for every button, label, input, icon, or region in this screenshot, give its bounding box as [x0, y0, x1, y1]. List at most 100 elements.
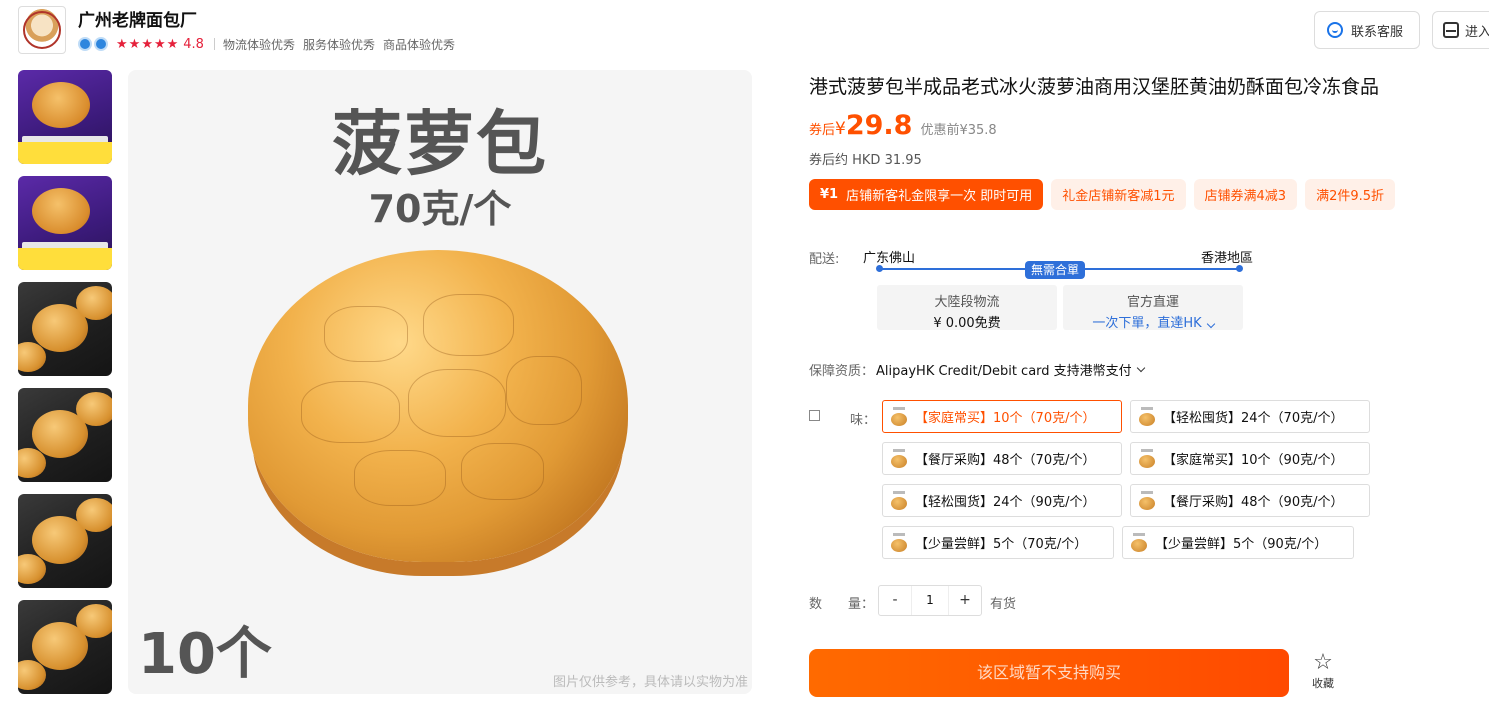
bun-image [76, 286, 112, 320]
bun-texture [301, 381, 400, 444]
thumbnail-list [18, 70, 112, 706]
bun-texture [407, 368, 507, 438]
mainland-logistics-box: 大陸段物流 ¥ 0.00免费 [877, 285, 1057, 331]
shop-badge-icon [78, 37, 92, 51]
image-subtitle: 70克/个 [368, 187, 512, 231]
thumb-banner [18, 248, 112, 270]
bun-thumb-icon [889, 531, 909, 555]
product-title: 港式菠萝包半成品老式冰火菠萝油商用汉堡胚黄油奶酥面包冷冻食品 [809, 76, 1380, 98]
chevron-down-icon [1206, 319, 1215, 329]
flavor-option[interactable]: 【少量尝鲜】5个（70克/个） [882, 526, 1114, 559]
flavor-option[interactable]: 【轻松囤货】24个（70克/个） [1130, 400, 1370, 433]
direct-shipping-box[interactable]: 官方直運 一次下單，直達HK [1063, 285, 1243, 331]
guarantee-label: 保障资质： [809, 364, 875, 379]
quantity-stepper: - 1 + [878, 585, 982, 616]
guarantee-row[interactable]: 保障资质： AlipayHK Credit/Debit card 支持港幣支付 [809, 360, 1145, 379]
bun-image [18, 660, 46, 690]
flavor-option-label: 【餐厅采购】48个（70克/个） [915, 453, 1096, 468]
flavor-option[interactable]: 【家庭常买】10个（70克/个） [882, 400, 1122, 433]
shop-icon [1443, 22, 1459, 38]
flavor-option[interactable]: 【餐厅采购】48个（70克/个） [882, 442, 1122, 475]
shipping-label: 配送: [809, 252, 840, 267]
flavor-option[interactable]: 【家庭常买】10个（90克/个） [1130, 442, 1370, 475]
favorite-button[interactable]: ☆ 收藏 [1306, 651, 1340, 691]
divider [213, 38, 215, 50]
image-note: 图片仅供参考，具体请以实物为准 [552, 675, 748, 690]
shipping-to: 香港地區 [1201, 251, 1254, 266]
route-start-dot [876, 265, 883, 272]
coupon-item[interactable]: 礼金店铺新客减1元 [1051, 179, 1186, 210]
direct-shipping-link[interactable]: 一次下單，直達HK [1063, 312, 1243, 331]
coupon-new-customer[interactable]: ¥1 店铺新客礼金限享一次 即时可用 [809, 179, 1044, 210]
thumbnail-1[interactable] [18, 70, 112, 164]
bun-texture [324, 306, 408, 363]
coupon-amount: ¥1 [820, 187, 839, 202]
image-title: 菠萝包 [332, 103, 548, 185]
star-icon: ★ [128, 36, 141, 52]
shop-meta: ★ ★ ★ ★ ★ 4.8 物流体验优秀 服务体验优秀 商品体验优秀 [78, 35, 463, 53]
coupon-text: 店铺新客礼金限享一次 即时可用 [846, 189, 1033, 204]
thumbnail-2[interactable] [18, 176, 112, 270]
flavor-checkbox[interactable] [809, 410, 820, 421]
bun-image [76, 498, 112, 532]
shop-rating: 4.8 [183, 36, 204, 52]
quantity-label: 数 量： [809, 597, 875, 612]
logo-ring [23, 11, 61, 49]
price-row: 券后 ¥ 29.8 优惠前¥35.8 [809, 110, 997, 141]
flavor-option[interactable]: 【餐厅采购】48个（90克/个） [1130, 484, 1370, 517]
thumbnail-6[interactable] [18, 600, 112, 694]
favorite-label: 收藏 [1312, 677, 1334, 690]
price-value: 29.8 [845, 110, 913, 141]
contact-service-label: 联系客服 [1351, 24, 1404, 40]
shop-logo[interactable] [18, 6, 66, 54]
star-icon: ★ [166, 36, 179, 52]
shop-name[interactable]: 广州老牌面包厂 [78, 6, 197, 31]
bun-texture [506, 356, 583, 425]
price-currency: ¥ [835, 119, 846, 139]
bun-thumb-icon [1129, 531, 1149, 555]
flavor-option-label: 【轻松囤货】24个（70克/个） [1163, 411, 1344, 426]
bun-image [76, 604, 112, 638]
direct-shipping-title: 官方直運 [1126, 295, 1179, 310]
coupon-item[interactable]: 店铺券满4减3 [1193, 179, 1298, 210]
thumbnail-3[interactable] [18, 282, 112, 376]
star-icon: ★ [153, 36, 166, 52]
metric-logistics: 物流体验优秀 [222, 37, 295, 52]
no-merge-badge: 無需合單 [1025, 261, 1086, 279]
decrement-button[interactable]: - [879, 586, 911, 615]
thumbnail-4[interactable] [18, 388, 112, 482]
star-icon: ★ [116, 36, 128, 52]
flavor-option[interactable]: 【轻松囤货】24个（90克/个） [882, 484, 1122, 517]
hkd-price: 券后约 HKD 31.95 [809, 153, 922, 168]
image-count: 10个 [138, 622, 272, 687]
bun-image [32, 188, 90, 234]
increment-button[interactable]: + [949, 586, 981, 615]
metric-product: 商品体验优秀 [383, 37, 456, 52]
quantity-input[interactable]: 1 [911, 586, 949, 615]
mainland-logistics-fee: ¥ 0.00免费 [933, 316, 1001, 331]
bun-thumb-icon [1137, 489, 1157, 513]
chevron-down-icon [1136, 363, 1145, 372]
main-product-image[interactable]: 菠萝包 70克/个 10个 图片仅供参考，具体请以实物为准 [128, 70, 752, 694]
buy-button[interactable]: 该区域暂不支持购买 [809, 649, 1289, 697]
coupon-item[interactable]: 满2件9.5折 [1305, 179, 1396, 210]
price-label: 券后 [809, 123, 836, 138]
enter-shop-label: 进入 [1465, 24, 1489, 40]
smile-chat-icon [1327, 22, 1343, 38]
pineapple-bun-image [248, 250, 628, 588]
direct-shipping-text: 一次下單，直達HK [1092, 316, 1202, 331]
bun-image [18, 448, 46, 478]
bun-thumb-icon [1137, 405, 1157, 429]
enter-shop-button[interactable]: 进入 [1432, 11, 1489, 49]
contact-service-button[interactable]: 联系客服 [1314, 11, 1420, 49]
bun-texture [460, 443, 545, 500]
bun-thumb-icon [889, 447, 909, 471]
flavor-option[interactable]: 【少量尝鲜】5个（90克/个） [1122, 526, 1354, 559]
flavor-option-label: 【少量尝鲜】5个（70克/个） [915, 537, 1088, 552]
coupon-list: ¥1 店铺新客礼金限享一次 即时可用 礼金店铺新客减1元 店铺券满4减3 满2件… [809, 179, 1403, 210]
flavor-option-label: 【餐厅采购】48个（90克/个） [1163, 495, 1344, 510]
thumbnail-5[interactable] [18, 494, 112, 588]
flavor-option-label: 【轻松囤货】24个（90克/个） [915, 495, 1096, 510]
bun-thumb-icon [1137, 447, 1157, 471]
guarantee-value: AlipayHK Credit/Debit card 支持港幣支付 [876, 364, 1132, 379]
